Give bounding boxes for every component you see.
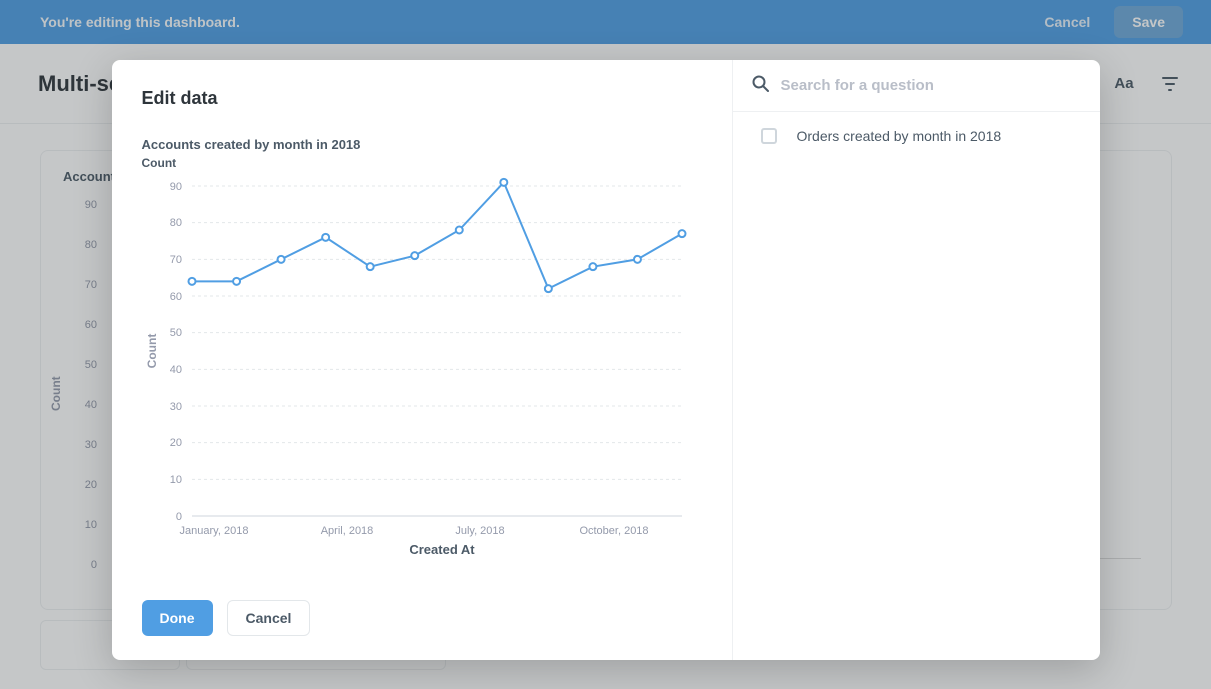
y-axis-label: Count (145, 334, 159, 369)
data-point[interactable] (233, 278, 240, 285)
data-point[interactable] (322, 234, 329, 241)
modal-right-pane: Orders created by month in 2018 (732, 60, 1100, 660)
svg-text:60: 60 (169, 291, 181, 303)
chart-area: 90 80 70 60 50 40 30 20 10 0 Count (142, 176, 702, 556)
svg-text:January, 2018: January, 2018 (179, 525, 248, 537)
search-input[interactable] (781, 77, 1082, 94)
data-point[interactable] (411, 252, 418, 259)
svg-text:October, 2018: October, 2018 (579, 525, 648, 537)
data-point[interactable] (277, 256, 284, 263)
y-ticks: 90 80 70 60 50 40 30 20 10 0 (169, 181, 181, 523)
chart-series-label: Count (142, 156, 702, 170)
search-icon (751, 74, 769, 97)
modal-heading: Edit data (142, 88, 702, 109)
data-point[interactable] (678, 230, 685, 237)
data-point[interactable] (633, 256, 640, 263)
modal-footer: Done Cancel (142, 588, 702, 636)
question-label: Orders created by month in 2018 (797, 128, 1002, 144)
svg-text:30: 30 (169, 401, 181, 413)
svg-text:80: 80 (169, 217, 181, 229)
edit-data-modal: Edit data Accounts created by month in 2… (112, 60, 1100, 660)
data-point[interactable] (544, 285, 551, 292)
data-point[interactable] (500, 179, 507, 186)
data-point[interactable] (455, 227, 462, 234)
checkbox-icon[interactable] (761, 128, 777, 144)
cancel-button[interactable]: Cancel (227, 600, 311, 636)
chart-title: Accounts created by month in 2018 (142, 137, 702, 152)
data-point[interactable] (188, 278, 195, 285)
svg-text:10: 10 (169, 474, 181, 486)
svg-text:90: 90 (169, 181, 181, 193)
svg-text:0: 0 (175, 511, 181, 523)
series (188, 179, 685, 292)
done-button[interactable]: Done (142, 600, 213, 636)
svg-text:40: 40 (169, 364, 181, 376)
question-option[interactable]: Orders created by month in 2018 (733, 112, 1100, 160)
svg-text:50: 50 (169, 327, 181, 339)
data-point[interactable] (589, 263, 596, 270)
gridlines (192, 186, 682, 516)
svg-text:20: 20 (169, 437, 181, 449)
modal-left-pane: Edit data Accounts created by month in 2… (112, 60, 732, 660)
modal-overlay: Edit data Accounts created by month in 2… (0, 0, 1211, 689)
svg-text:July, 2018: July, 2018 (455, 525, 504, 537)
svg-text:70: 70 (169, 254, 181, 266)
x-ticks: January, 2018 April, 2018 July, 2018 Oct… (179, 525, 648, 537)
svg-text:April, 2018: April, 2018 (320, 525, 373, 537)
data-point[interactable] (366, 263, 373, 270)
question-search-row (733, 60, 1100, 112)
x-axis-label: Created At (409, 542, 475, 556)
line-chart: 90 80 70 60 50 40 30 20 10 0 Count (142, 176, 702, 556)
